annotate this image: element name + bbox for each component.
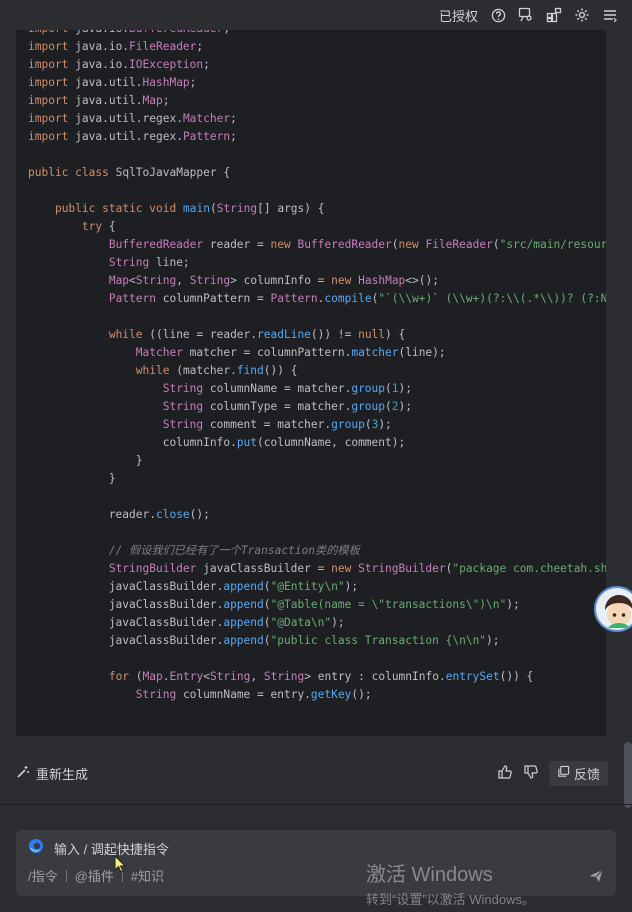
feedback-icon bbox=[557, 765, 570, 781]
code-block[interactable]: import java.io.BufferedReader; import ja… bbox=[16, 30, 606, 736]
windows-activation-watermark: 激活 Windows 转到“设置”以激活 Windows。 bbox=[366, 858, 535, 908]
regenerate-button[interactable]: 重新生成 bbox=[16, 764, 88, 783]
code-line: } bbox=[28, 454, 143, 467]
code-line: // 假设我们已经有了一个Transaction类的模板 bbox=[108, 544, 360, 557]
code-line: } bbox=[28, 472, 116, 485]
chat-person-icon[interactable] bbox=[518, 7, 534, 23]
feedback-button[interactable]: 反馈 bbox=[548, 760, 608, 786]
send-icon[interactable] bbox=[588, 868, 604, 889]
chat-input-placeholder[interactable]: 输入 / 调起快捷指令 bbox=[54, 839, 169, 858]
code-line: String columnType = matcher.group(2); bbox=[162, 400, 412, 413]
code-line: javaClassBuilder.append("@Entity\n"); bbox=[28, 580, 359, 593]
top-toolbar: 已授权 bbox=[0, 0, 632, 30]
code-line: Matcher matcher = columnPattern.matcher(… bbox=[135, 346, 446, 359]
plugin-button[interactable]: @插件 bbox=[75, 866, 114, 885]
watermark-line2: 转到“设置”以激活 Windows。 bbox=[366, 892, 536, 907]
tool-separator bbox=[65, 869, 67, 882]
thumbs-up-icon[interactable] bbox=[497, 764, 513, 783]
code-line: import java.util.regex.Matcher; bbox=[28, 112, 237, 125]
code-line: javaClassBuilder.append("@Data\n"); bbox=[28, 616, 345, 629]
help-icon[interactable] bbox=[490, 7, 506, 23]
code-line: String columnName = entry.getKey(); bbox=[135, 688, 372, 701]
code-line: import java.util.Map; bbox=[28, 94, 170, 107]
code-line: import java.util.regex.Pattern; bbox=[28, 130, 237, 143]
watermark-line1: 激活 Windows bbox=[366, 864, 493, 886]
magic-wand-icon bbox=[16, 765, 30, 782]
code-line: Pattern columnPattern = Pattern.compile(… bbox=[108, 292, 606, 305]
code-line: import java.io.IOException; bbox=[28, 58, 210, 71]
code-line: while (matcher.find()) { bbox=[135, 364, 298, 377]
code-line: String columnName = matcher.group(1); bbox=[162, 382, 412, 395]
input-tools: /指令 @插件 #知识 bbox=[28, 866, 164, 885]
code-line: Map<String, String> columnInfo = new Has… bbox=[108, 274, 439, 287]
code-line: import java.io.BufferedReader; bbox=[28, 30, 230, 35]
code-line: public class SqlToJavaMapper { bbox=[28, 166, 231, 179]
code-line: StringBuilder javaClassBuilder = new Str… bbox=[108, 562, 606, 575]
mouse-cursor bbox=[114, 854, 127, 878]
code-line: javaClassBuilder.append("@Table(name = \… bbox=[28, 598, 520, 611]
divider bbox=[0, 804, 632, 805]
feedback-label: 反馈 bbox=[573, 766, 600, 782]
menu-icon[interactable] bbox=[602, 7, 618, 23]
command-button[interactable]: /指令 bbox=[28, 866, 58, 885]
code-line: String line; bbox=[108, 256, 190, 269]
code-line: while ((line = reader.readLine()) != nul… bbox=[108, 328, 406, 341]
code-line: javaClassBuilder.append("public class Tr… bbox=[28, 634, 500, 647]
regenerate-label: 重新生成 bbox=[36, 766, 89, 782]
assistant-logo-icon bbox=[28, 838, 44, 859]
code-content: import java.io.BufferedReader; import ja… bbox=[16, 30, 606, 704]
code-line: public static void main(String[] args) { bbox=[54, 202, 325, 215]
layout-grid-icon[interactable] bbox=[546, 7, 562, 23]
code-line: String comment = matcher.group(3); bbox=[162, 418, 392, 431]
assistant-avatar[interactable] bbox=[594, 586, 632, 632]
code-line: reader.close(); bbox=[28, 508, 210, 521]
message-actions: 重新生成 反馈 bbox=[16, 756, 608, 790]
scrollbar-thumb[interactable] bbox=[624, 742, 632, 808]
code-line: BufferedReader reader = new BufferedRead… bbox=[108, 238, 606, 251]
code-line: import java.io.FileReader; bbox=[28, 40, 204, 53]
code-line: columnInfo.put(columnName, comment); bbox=[28, 436, 406, 449]
code-line: import java.util.HashMap; bbox=[28, 76, 197, 89]
knowledge-button[interactable]: #知识 bbox=[131, 866, 164, 885]
code-line: for (Map.Entry<String, String> entry : c… bbox=[108, 670, 534, 683]
code-line: try { bbox=[81, 220, 116, 233]
authorized-label[interactable]: 已授权 bbox=[439, 6, 478, 25]
thumbs-down-icon[interactable] bbox=[523, 764, 539, 783]
gear-icon[interactable] bbox=[574, 7, 590, 23]
